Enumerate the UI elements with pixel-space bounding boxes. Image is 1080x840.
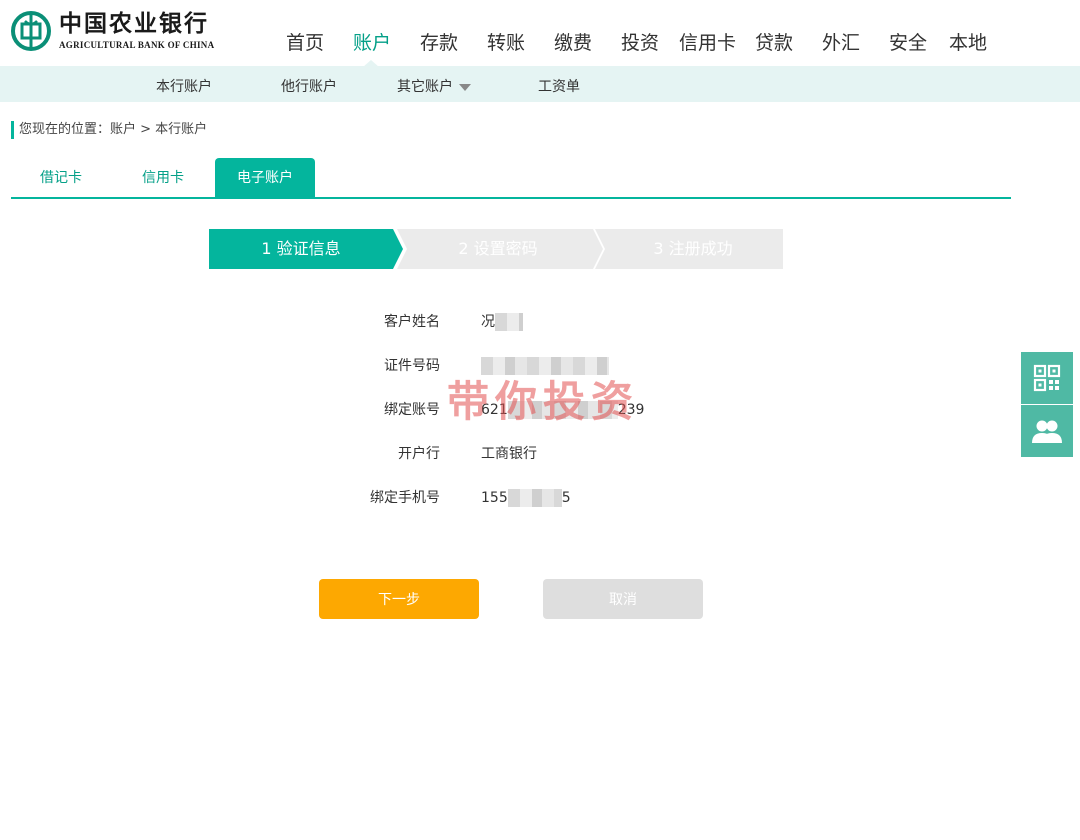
step-set-password: 2 设置密码 [458, 239, 538, 258]
nav-credit-card[interactable]: 信用卡 [679, 28, 736, 55]
form-row-bank: 开户行 工商银行 [300, 442, 800, 466]
next-step-button[interactable]: 下一步 [319, 579, 479, 619]
bound-phone-label: 绑定手机号 [370, 490, 440, 506]
opening-bank-value: 工商银行 [481, 446, 537, 462]
id-number-label: 证件号码 [384, 358, 440, 374]
subnav-other-accounts-label: 其它账户 [397, 79, 453, 95]
tab-electronic-account[interactable]: 电子账户 [215, 158, 315, 197]
customer-name-label: 客户姓名 [384, 314, 440, 330]
phone-start: 155 [481, 490, 508, 506]
logo-english-name: AGRICULTURAL BANK OF CHINA [59, 40, 215, 50]
customer-service-button[interactable] [1021, 405, 1073, 457]
tab-credit-card[interactable]: 信用卡 [113, 158, 213, 197]
redacted-block [495, 313, 523, 331]
logo-chinese-name: 中国农业银行 [59, 10, 209, 37]
tab-debit-card[interactable]: 借记卡 [11, 158, 111, 197]
form-row-phone: 绑定手机号 155 5 [300, 486, 800, 510]
nav-loan[interactable]: 贷款 [755, 28, 793, 55]
step-register-success: 3 注册成功 [653, 239, 733, 258]
subnav-other-bank-account[interactable]: 他行账户 [281, 76, 337, 96]
nav-security[interactable]: 安全 [889, 28, 927, 55]
nav-investment[interactable]: 投资 [621, 28, 659, 55]
subnav-own-bank-account[interactable]: 本行账户 [156, 76, 212, 96]
customer-name-value: 况 [481, 310, 523, 334]
redacted-block [507, 489, 562, 507]
cancel-button[interactable]: 取消 [543, 579, 703, 619]
bound-account-label: 绑定账号 [384, 402, 440, 418]
nav-local[interactable]: 本地 [949, 28, 987, 55]
sub-nav: 本行账户 他行账户 其它账户 工资单 [0, 66, 1080, 102]
nav-account[interactable]: 账户 [353, 28, 391, 55]
registration-steps: 1 验证信息 2 设置密码 3 注册成功 [209, 229, 787, 269]
subnav-payroll[interactable]: 工资单 [538, 76, 580, 96]
breadcrumb-path: 账户 > 本行账户 [110, 122, 208, 137]
qrcode-button[interactable] [1021, 352, 1073, 404]
bank-logo[interactable]: 中国农业银行 AGRICULTURAL BANK OF CHINA [11, 11, 214, 51]
nav-forex[interactable]: 外汇 [822, 28, 860, 55]
nav-payment[interactable]: 缴费 [554, 28, 592, 55]
phone-end: 5 [561, 490, 571, 506]
watermark: 带你投资 [447, 377, 640, 426]
step-verify-info: 1 验证信息 [261, 239, 341, 258]
customer-service-icon [1032, 420, 1062, 443]
opening-bank-label: 开户行 [398, 446, 440, 462]
nav-deposit[interactable]: 存款 [420, 28, 458, 55]
abc-logo-icon [11, 11, 51, 51]
customer-name-text: 况 [481, 314, 495, 330]
breadcrumb: 您现在的位置：账户 > 本行账户 [11, 121, 207, 139]
nav-transfer[interactable]: 转账 [487, 28, 525, 55]
account-type-tabs: 借记卡 信用卡 电子账户 [11, 158, 1011, 199]
subnav-other-accounts[interactable]: 其它账户 [397, 76, 471, 96]
nav-home[interactable]: 首页 [286, 28, 324, 55]
form-row-name: 客户姓名 况 [300, 310, 800, 334]
breadcrumb-prefix: 您现在的位置： [19, 122, 111, 137]
dropdown-arrow-icon [459, 83, 471, 91]
bound-phone-value: 155 5 [481, 486, 571, 510]
qrcode-icon [1033, 364, 1061, 392]
